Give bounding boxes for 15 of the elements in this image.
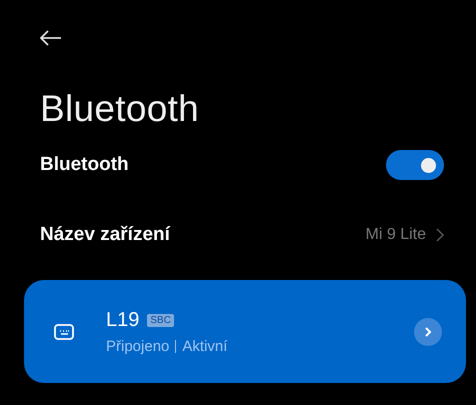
keyboard-icon <box>54 324 74 340</box>
setting-label: Název zařízení <box>40 224 170 246</box>
back-arrow-icon[interactable] <box>40 30 62 46</box>
device-card[interactable]: L19 SBC Připojeno Aktivní <box>24 280 466 383</box>
toggle-switch[interactable] <box>386 150 444 180</box>
details-button[interactable] <box>414 318 442 346</box>
device-name: L19 <box>106 308 140 332</box>
setting-value: Mi 9 Lite <box>366 226 426 244</box>
setting-label: Bluetooth <box>40 154 129 176</box>
codec-badge: SBC <box>147 314 174 326</box>
chevron-right-icon <box>424 326 432 338</box>
chevron-right-icon[interactable] <box>436 228 444 242</box>
device-status: Připojeno <box>106 338 170 354</box>
page-title: Bluetooth <box>40 88 200 130</box>
device-status: Aktivní <box>182 338 228 354</box>
